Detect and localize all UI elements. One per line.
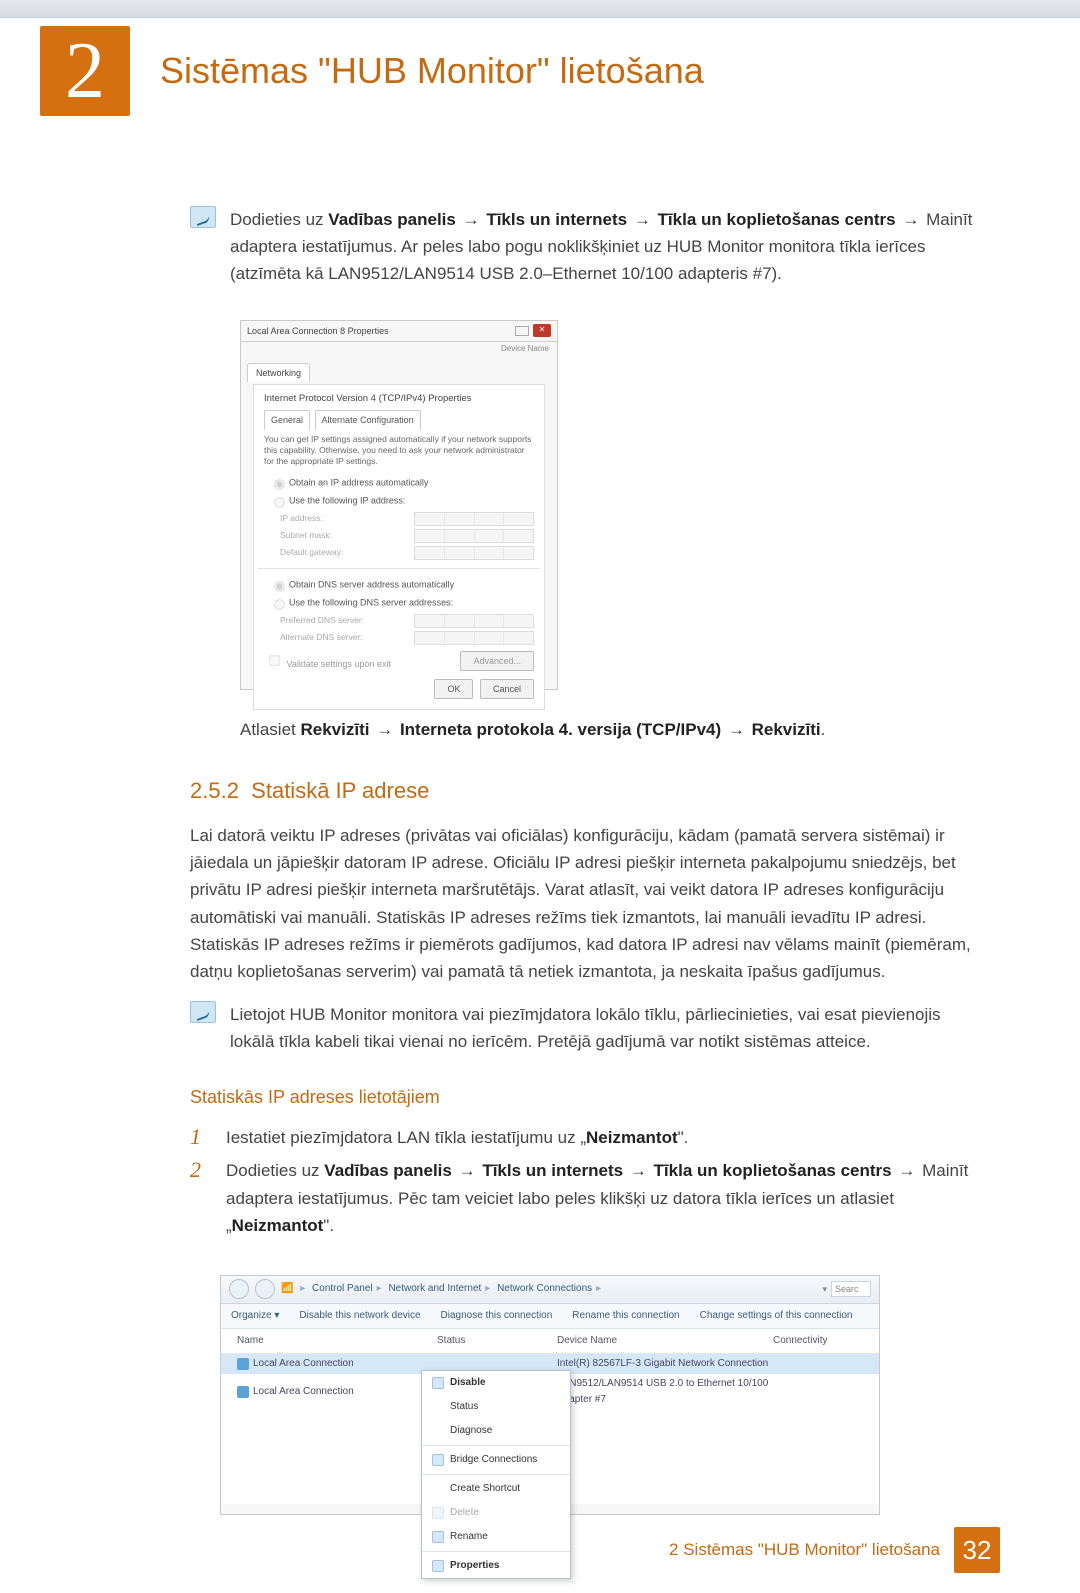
bold: Vadības panelis — [324, 1161, 452, 1180]
radio-auto-dns: Obtain DNS server address automatically — [268, 577, 534, 593]
arrow-icon: → — [459, 1161, 476, 1180]
step-2-body: Dodieties uz Vadības panelis → Tīkls un … — [226, 1157, 980, 1239]
page-number: 32 — [954, 1527, 1000, 1573]
caption-bold: Rekvizīti — [752, 720, 821, 739]
inner-dialog-title: Internet Protocol Version 4 (TCP/IPv4) P… — [264, 391, 534, 406]
page-footer: 2 Sistēmas "HUB Monitor" lietošana 32 — [669, 1527, 1000, 1573]
advanced-button: Advanced... — [460, 651, 534, 671]
toolbar-diagnose: Diagnose this connection — [441, 1308, 553, 1324]
bridge-icon — [432, 1454, 444, 1466]
caption-bold: Rekvizīti — [300, 720, 369, 739]
note-icon — [190, 1001, 216, 1023]
step-1: 1 Iestatiet piezīmjdatora LAN tīkla iest… — [190, 1124, 980, 1151]
toolbar-organize: Organize ▾ — [231, 1308, 279, 1324]
label-dns1: Preferred DNS server: — [280, 614, 364, 628]
cm-rename: Rename — [422, 1525, 570, 1549]
network-icon — [237, 1358, 249, 1370]
figure-ipv4-properties: Local Area Connection 8 Properties ✕ Dev… — [240, 320, 558, 690]
chapter-number: 2 — [40, 26, 130, 116]
back-button-icon — [229, 1279, 249, 1299]
bold: Tīkla un koplietošanas centrs — [654, 1161, 892, 1180]
dialog-description: You can get IP settings assigned automat… — [264, 434, 534, 467]
dialog-title: Local Area Connection 8 Properties — [247, 324, 389, 338]
text: Dodieties uz — [230, 210, 324, 229]
toolbar: Organize ▾ Disable this network device D… — [221, 1304, 879, 1329]
step-number: 2 — [190, 1157, 212, 1239]
min-icon — [515, 326, 529, 336]
top-decorative-bar — [0, 0, 1080, 18]
step-number: 1 — [190, 1124, 212, 1151]
chapter-title: Sistēmas "HUB Monitor" lietošana — [160, 50, 704, 92]
toolbar-change: Change settings of this connection — [700, 1308, 853, 1324]
disable-icon — [432, 1377, 444, 1389]
arrow-icon: → — [634, 210, 651, 229]
figure-network-connections: 📶 ▸ Control Panel▸ Network and Internet▸… — [220, 1275, 880, 1515]
step-1-body: Iestatiet piezīmjdatora LAN tīkla iestat… — [226, 1124, 980, 1151]
path-sharing-center: Tīkla un koplietošanas centrs — [658, 210, 896, 229]
path-network-internet: Tīkls un internets — [486, 210, 627, 229]
arrow-icon: → — [898, 1161, 915, 1180]
subtab-alternate: Alternate Configuration — [315, 410, 421, 429]
breadcrumb: 📶 ▸ Control Panel▸ Network and Internet▸… — [281, 1281, 605, 1297]
tab-networking: Networking — [247, 363, 310, 382]
cancel-button: Cancel — [480, 679, 534, 699]
arrow-icon: → — [728, 720, 745, 739]
bold: Neizmantot — [586, 1128, 678, 1147]
figure1-caption: Atlasiet Rekvizīti → Interneta protokola… — [240, 716, 980, 743]
radio-manual-ip: Use the following IP address: — [268, 493, 534, 509]
context-menu: Disable Status Diagnose Bridge Connectio… — [421, 1370, 571, 1579]
arrow-icon: → — [463, 210, 480, 229]
properties-icon — [432, 1560, 444, 1572]
checkbox-validate: Validate settings upon exit — [264, 651, 391, 671]
step-2: 2 Dodieties uz Vadības panelis → Tīkls u… — [190, 1157, 980, 1239]
ok-button: OK — [434, 679, 473, 699]
radio-auto-ip: Obtain an IP address automatically — [268, 475, 534, 491]
cm-shortcut: Create Shortcut — [422, 1477, 570, 1501]
bold: Neizmantot — [232, 1216, 324, 1235]
delete-icon — [432, 1507, 444, 1519]
cm-status: Status — [422, 1395, 570, 1419]
close-icon: ✕ — [533, 324, 551, 337]
note-text-1: Dodieties uz Vadības panelis → Tīkls un … — [230, 206, 980, 288]
arrow-icon: → — [902, 210, 919, 229]
subsection-heading: Statiskās IP adreses lietotājiem — [190, 1083, 980, 1112]
cm-delete: Delete — [422, 1501, 570, 1525]
cm-diagnose: Diagnose — [422, 1419, 570, 1443]
chapter-header: 2 Sistēmas "HUB Monitor" lietošana — [0, 18, 1080, 146]
network-icon — [237, 1386, 249, 1398]
cm-bridge: Bridge Connections — [422, 1448, 570, 1472]
device-name-label: Device Name — [241, 342, 557, 357]
footer-text: 2 Sistēmas "HUB Monitor" lietošana — [669, 1540, 940, 1560]
label-gateway: Default gateway: — [280, 546, 343, 560]
radio-manual-dns: Use the following DNS server addresses: — [268, 595, 534, 611]
note-block-2: Lietojot HUB Monitor monitora vai piezīm… — [190, 1001, 980, 1055]
label-dns2: Alternate DNS server: — [280, 631, 363, 645]
cm-disable: Disable — [422, 1371, 570, 1395]
caption-bold: Interneta protokola 4. versija (TCP/IPv4… — [400, 720, 721, 739]
forward-button-icon — [255, 1279, 275, 1299]
table-header: Name Status Device Name Connectivity — [221, 1329, 879, 1354]
path-control-panel: Vadības panelis — [328, 210, 456, 229]
section-body: Lai datorā veiktu IP adreses (privātas v… — [190, 822, 980, 985]
label-mask: Subnet mask: — [280, 529, 332, 543]
note-icon — [190, 206, 216, 228]
search-input — [831, 1281, 871, 1297]
note-block-1: Dodieties uz Vadības panelis → Tīkls un … — [190, 206, 980, 288]
subtab-general: General — [264, 410, 310, 429]
arrow-icon: → — [630, 1161, 647, 1180]
toolbar-disable: Disable this network device — [299, 1308, 420, 1324]
cm-properties: Properties — [422, 1554, 570, 1578]
label-ip: IP address: — [280, 512, 323, 526]
toolbar-rename: Rename this connection — [572, 1308, 679, 1324]
note-text-2: Lietojot HUB Monitor monitora vai piezīm… — [230, 1001, 980, 1055]
section-heading: 2.5.2 Statiskā IP adrese — [190, 773, 980, 808]
arrow-icon: → — [376, 720, 393, 739]
rename-icon — [432, 1531, 444, 1543]
bold: Tīkls un internets — [482, 1161, 623, 1180]
